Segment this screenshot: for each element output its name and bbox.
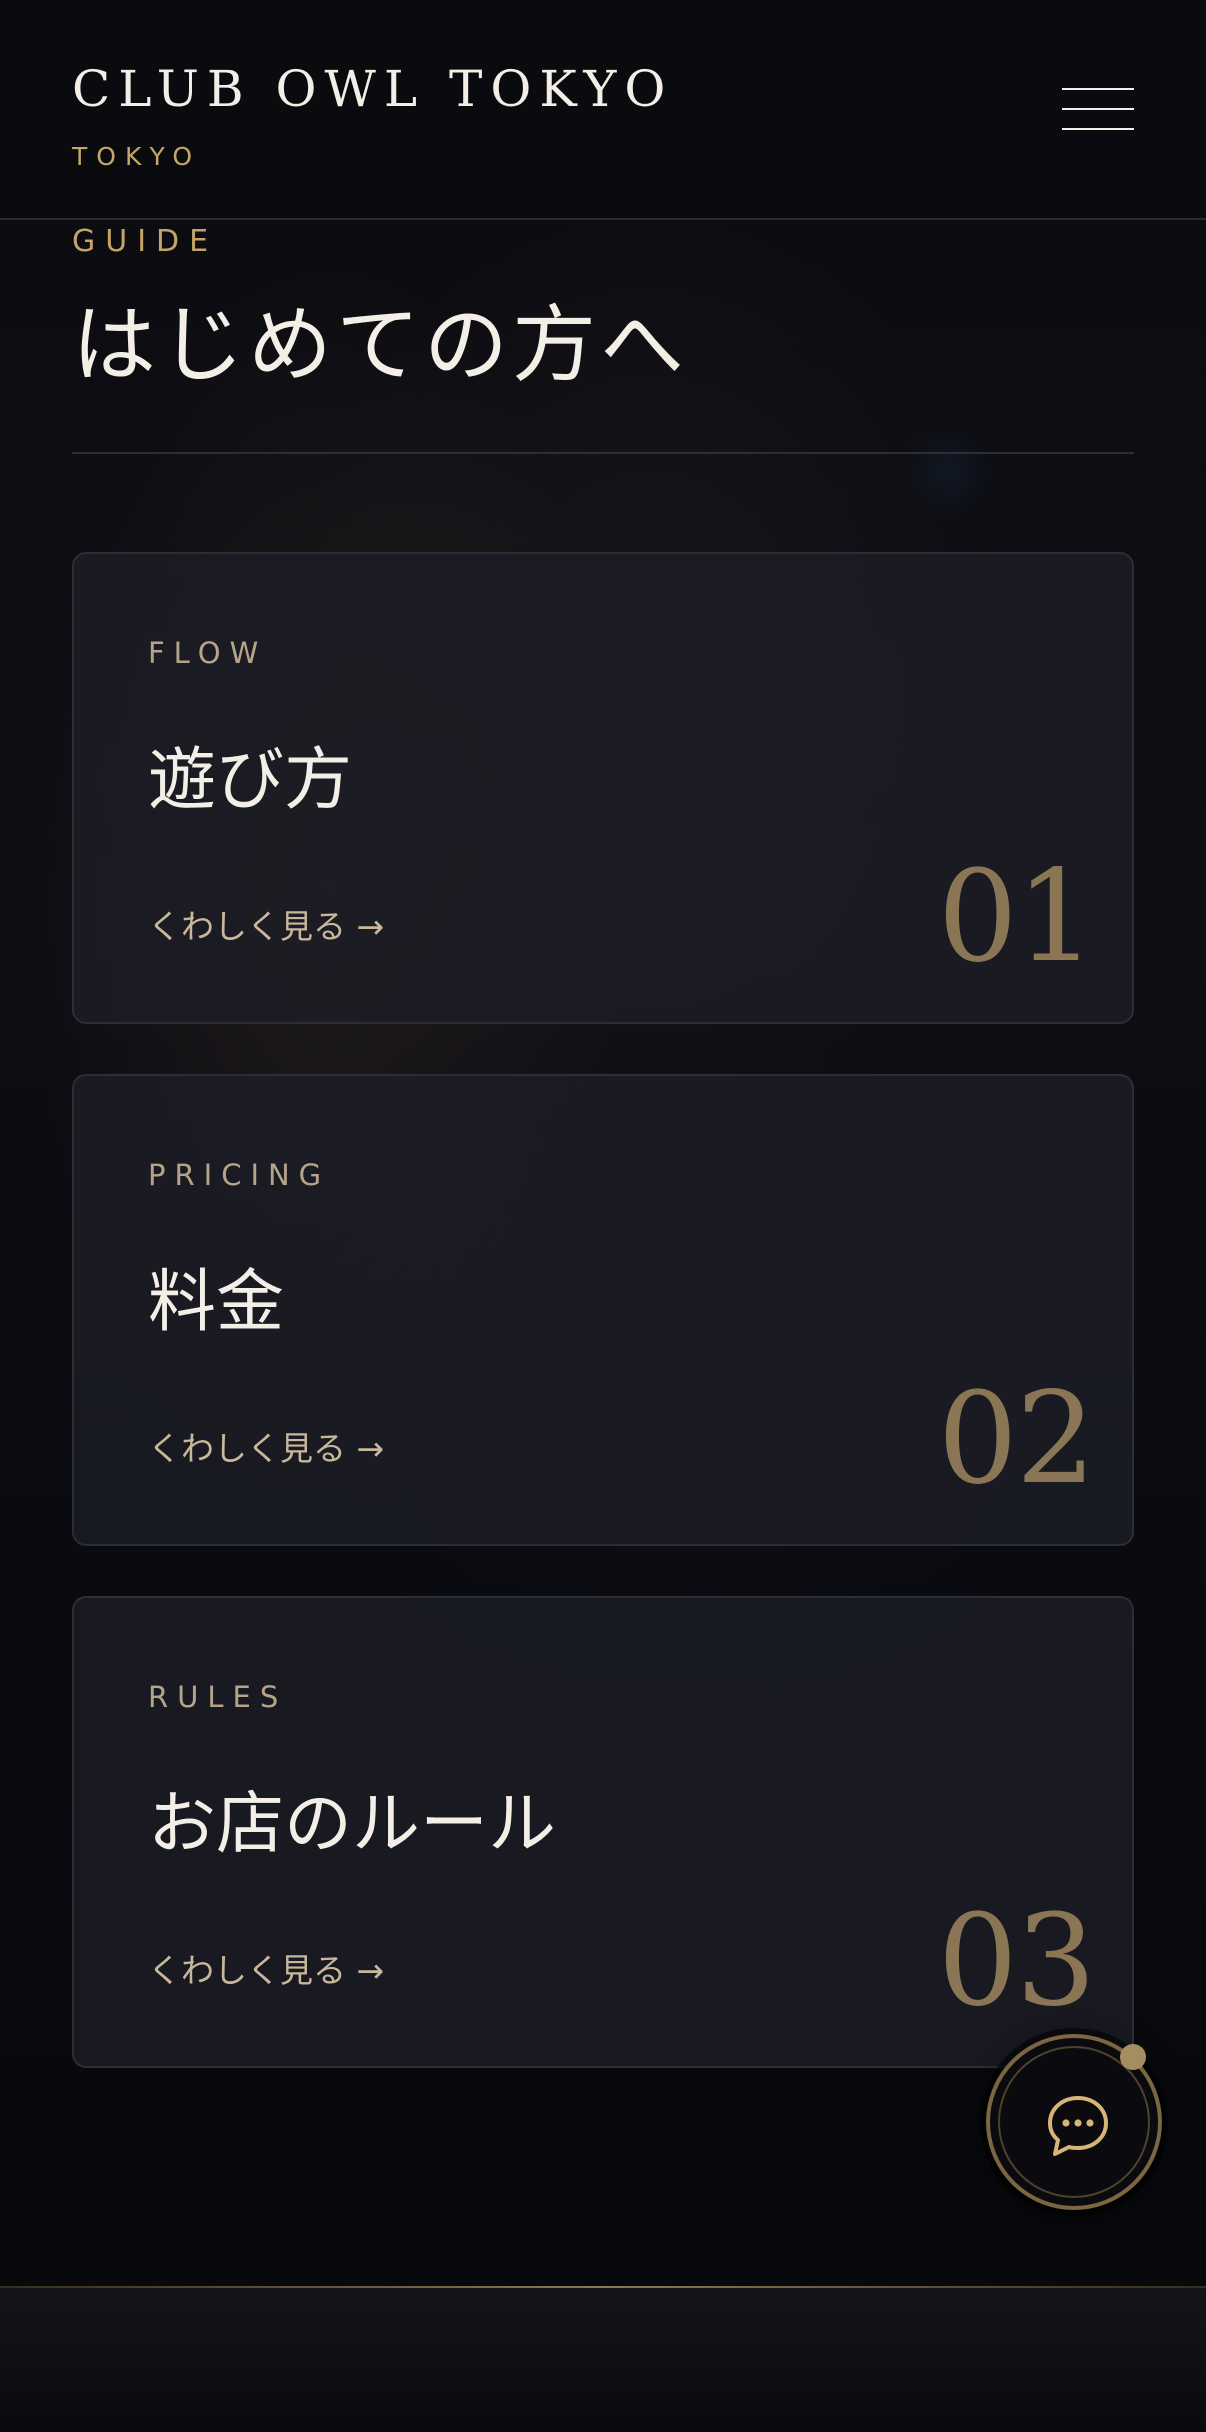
card-number: 02 bbox=[937, 1365, 1096, 1512]
card-title: お店のルール bbox=[148, 1785, 557, 1864]
notification-dot bbox=[1120, 2044, 1146, 2070]
brand-logo[interactable]: CLUB OWL TOKYO bbox=[72, 60, 673, 118]
card-eyebrow: FLOW bbox=[148, 636, 268, 670]
guide-card-pricing[interactable]: PRICING 料金 くわしく見る → 02 bbox=[72, 1074, 1134, 1546]
card-title: 料金 bbox=[148, 1263, 285, 1342]
guide-card-flow[interactable]: FLOW 遊び方 くわしく見る → 01 bbox=[72, 552, 1134, 1024]
menu-line bbox=[1062, 128, 1134, 130]
divider bbox=[72, 452, 1134, 454]
card-number: 03 bbox=[937, 1887, 1096, 2034]
section-eyebrow: GUIDE bbox=[72, 224, 219, 259]
card-title: 遊び方 bbox=[148, 741, 353, 820]
menu-line bbox=[1062, 108, 1134, 110]
card-eyebrow: RULES bbox=[148, 1680, 288, 1714]
hamburger-menu-icon[interactable] bbox=[1062, 86, 1134, 134]
card-more-link[interactable]: くわしく見る → bbox=[148, 1422, 384, 1470]
card-eyebrow: PRICING bbox=[148, 1158, 331, 1192]
page-title: はじめての方へ bbox=[72, 296, 689, 394]
chat-bubble-icon bbox=[1048, 2096, 1108, 2156]
footer-area bbox=[0, 2288, 1206, 2432]
brand-subtitle: TOKYO bbox=[72, 142, 202, 171]
card-more-link[interactable]: くわしく見る → bbox=[148, 1944, 384, 1992]
site-header: CLUB OWL TOKYO TOKYO bbox=[0, 0, 1206, 220]
card-more-link[interactable]: くわしく見る → bbox=[148, 900, 384, 948]
menu-line bbox=[1062, 88, 1134, 90]
card-number: 01 bbox=[937, 843, 1096, 990]
guide-card-rules[interactable]: RULES お店のルール くわしく見る → 03 bbox=[72, 1596, 1134, 2068]
